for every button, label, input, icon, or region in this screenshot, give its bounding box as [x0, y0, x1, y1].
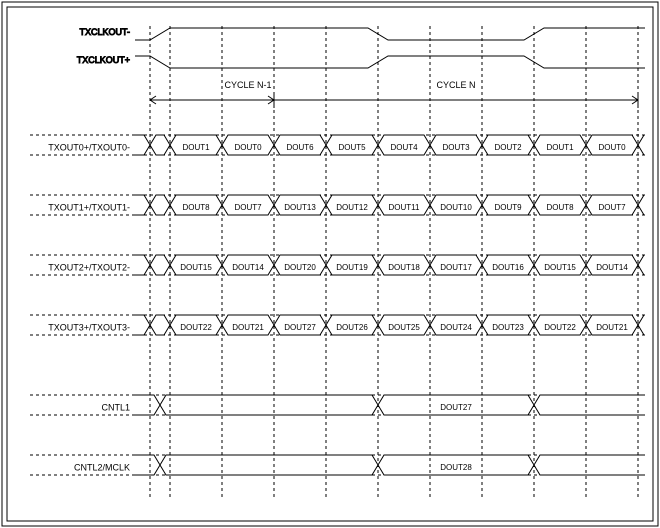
bit-label: DOUT14 [596, 263, 628, 272]
bit-label: DOUT8 [546, 203, 574, 212]
cycle-curr-label: CYCLE N [436, 80, 475, 90]
bit-label: DOUT8 [182, 203, 210, 212]
bit-label: DOUT15 [544, 263, 576, 272]
data-row-txout3: TXOUT3+/TXOUT3- DOUT22 DOUT21 DOUT27 DOUT26 D… [30, 315, 648, 335]
label-txout1: TXOUT1+/TXOUT1- [48, 202, 130, 212]
bit-label: DOUT13 [284, 203, 316, 212]
label-txout3: TXOUT3+/TXOUT3- [48, 322, 130, 332]
txclkout-neg: TXCLKOUT- [79, 27, 645, 40]
bit-label: DOUT1 [546, 143, 574, 152]
bit-label: DOUT21 [596, 323, 628, 332]
label-clk-neg: TXCLKOUT- [79, 27, 130, 37]
bit-label: DOUT5 [338, 143, 366, 152]
bit-label: DOUT20 [284, 263, 316, 272]
label-clk-pos: TXCLKOUT+ [77, 55, 130, 65]
bit-label: DOUT7 [598, 203, 626, 212]
bit-label: DOUT15 [180, 263, 212, 272]
txclkout-pos: TXCLKOUT+ [77, 55, 645, 68]
bit-label: DOUT23 [492, 323, 524, 332]
bit-label: DOUT7 [234, 203, 262, 212]
bit-label: DOUT28 [440, 463, 472, 472]
bit-label: DOUT6 [286, 143, 314, 152]
bit-label: DOUT14 [232, 263, 264, 272]
bit-label: DOUT0 [598, 143, 626, 152]
data-row-txout2: TXOUT2+/TXOUT2- DOUT15 DOUT14 DOUT20 DOUT19 D… [30, 255, 648, 275]
bit-label: DOUT4 [390, 143, 418, 152]
cycle-markers: CYCLE N-1 CYCLE N [150, 80, 638, 108]
bit-label: DOUT2 [494, 143, 522, 152]
bit-label: DOUT24 [440, 323, 472, 332]
bit-label: DOUT3 [442, 143, 470, 152]
cycle-prev-label: CYCLE N-1 [224, 80, 271, 90]
bit-label: DOUT21 [232, 323, 264, 332]
bit-label: DOUT1 [182, 143, 210, 152]
bit-label: DOUT22 [544, 323, 576, 332]
label-cntl2: CNTL2/MCLK [74, 462, 130, 472]
label-cntl1: CNTL1 [101, 402, 130, 412]
bit-label: DOUT11 [389, 203, 421, 212]
bit-label: DOUT0 [234, 143, 262, 152]
bit-label: DOUT9 [494, 203, 522, 212]
bit-label: DOUT19 [336, 263, 368, 272]
bit-label: DOUT27 [284, 323, 316, 332]
bit-label: DOUT22 [180, 323, 212, 332]
bit-label: DOUT27 [440, 403, 472, 412]
label-txout0: TXOUT0+/TXOUT0- [48, 142, 130, 152]
label-txout2: TXOUT2+/TXOUT2- [48, 262, 130, 272]
bit-label: DOUT12 [336, 203, 368, 212]
timing-diagram: TXCLKOUT- TXCLKOUT+ CYCLE N-1 CYCLE N TX… [0, 0, 660, 528]
row-cntl1: CNTL1 DOUT27 [30, 395, 648, 415]
data-row-txout1: TXOUT1+/TXOUT1- DOUT8 DOUT7 DOUT13 DOUT12 DOU… [30, 195, 648, 215]
bit-label: DOUT26 [336, 323, 368, 332]
bit-label: DOUT16 [492, 263, 524, 272]
bit-label: DOUT18 [388, 263, 420, 272]
data-row-txout0: TXOUT0+/TXOUT0- DOUT1 DOUT0 DOUT6 DOUT5 DOUT4… [30, 135, 648, 155]
bit-label: DOUT17 [440, 263, 472, 272]
row-cntl2: CNTL2/MCLK DOUT28 [30, 455, 648, 475]
bit-label: DOUT10 [440, 203, 472, 212]
bit-label: DOUT25 [388, 323, 420, 332]
